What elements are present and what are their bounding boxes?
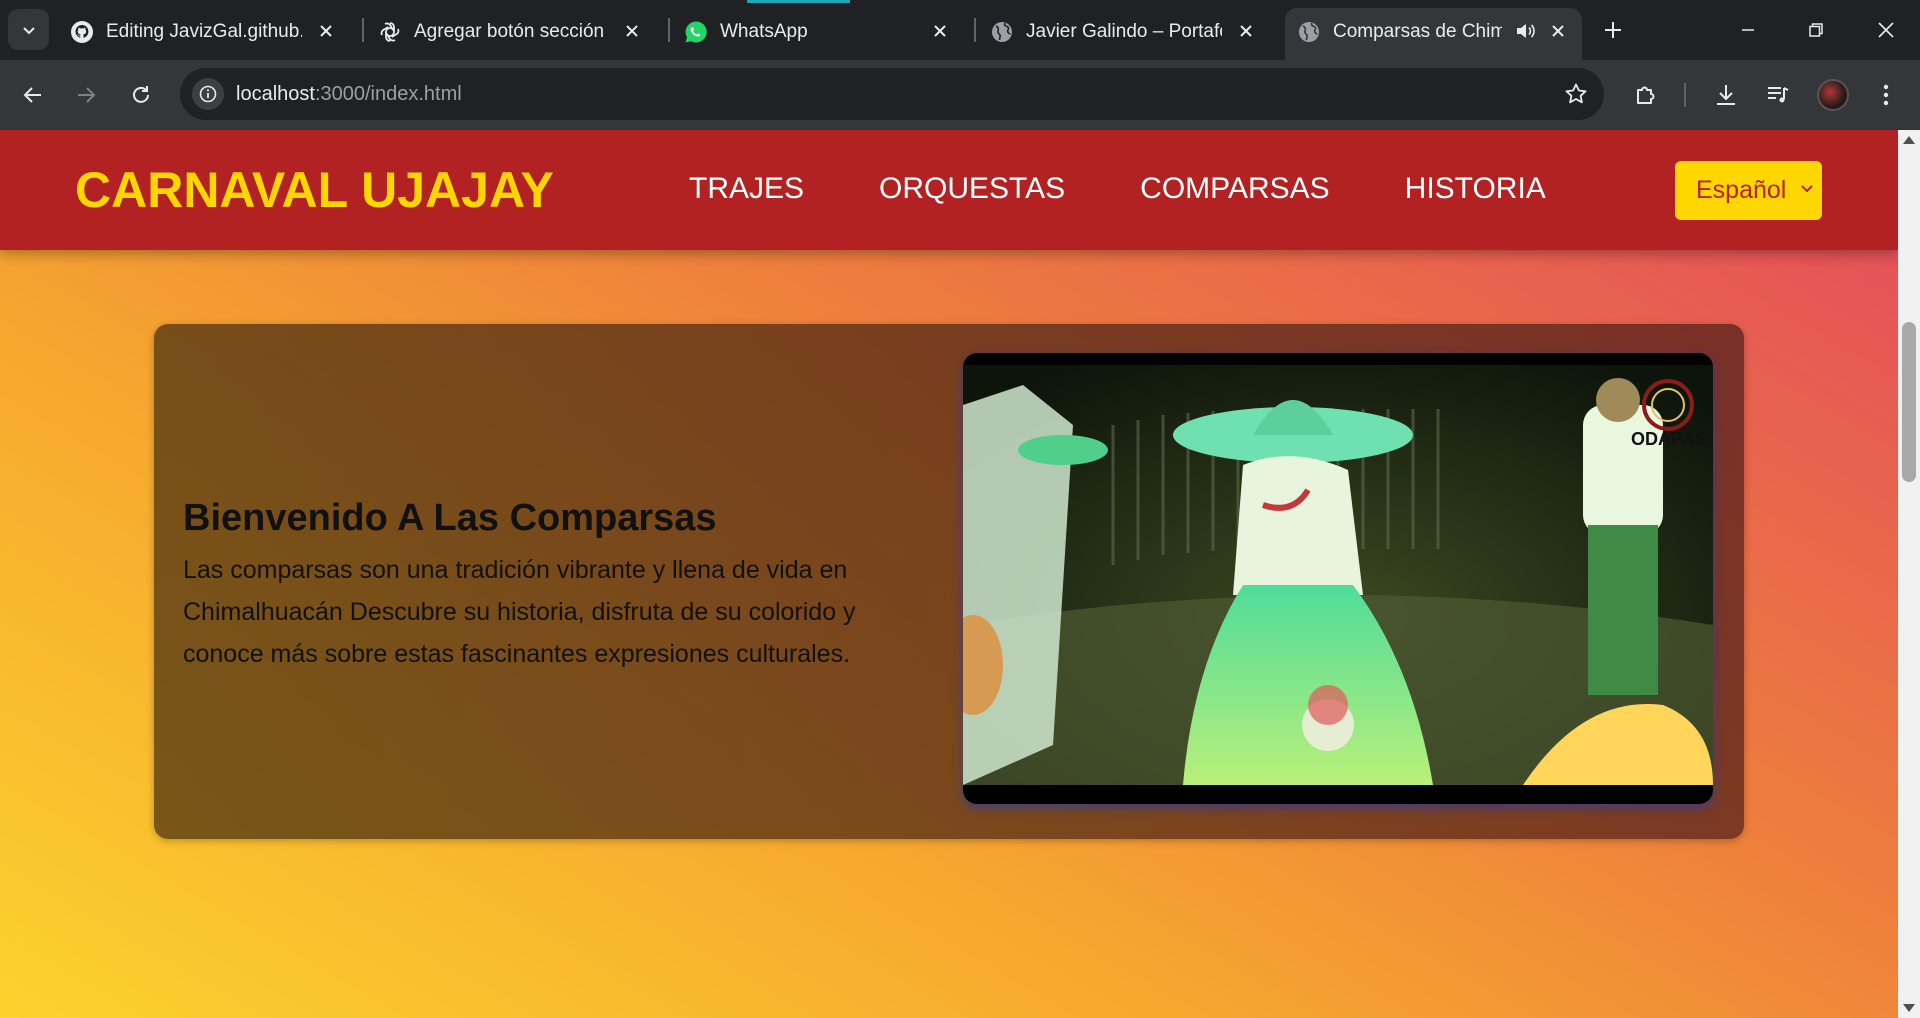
puzzle-icon	[1637, 86, 1655, 104]
new-tab-button[interactable]	[1597, 14, 1629, 46]
tab-title: Editing JavizGal.github.io	[106, 21, 302, 42]
site-info-icon[interactable]	[192, 78, 224, 110]
language-select[interactable]: Español	[1675, 161, 1822, 220]
forward-button[interactable]	[66, 75, 106, 115]
close-icon[interactable]	[1236, 21, 1256, 41]
close-icon[interactable]	[1548, 21, 1568, 41]
url-path: :3000/index.html	[314, 83, 462, 105]
nav-link-trajes[interactable]: TRAJES	[689, 168, 804, 210]
video-watermark: ODAPAS	[1631, 429, 1707, 449]
media-queue-icon	[1768, 87, 1789, 103]
url-host: localhost	[236, 83, 315, 105]
tab-comparsas[interactable]: Comparsas de Chimalhuacán	[1285, 8, 1582, 60]
download-icon	[1717, 85, 1735, 105]
profile-avatar[interactable]	[1817, 79, 1849, 111]
tab-activity-indicator	[747, 0, 850, 3]
close-icon[interactable]	[930, 21, 950, 41]
site-brand[interactable]: CARNAVAL UJAJAY	[75, 160, 554, 220]
scroll-up-arrow-icon[interactable]	[1903, 136, 1915, 144]
media-control-button[interactable]	[1758, 75, 1798, 115]
extensions-button[interactable]	[1626, 75, 1666, 115]
back-button[interactable]	[13, 75, 53, 115]
scrollbar-thumb[interactable]	[1902, 322, 1916, 482]
tab-title: Comparsas de Chimalhuacán	[1333, 21, 1502, 42]
nav-link-historia[interactable]: HISTORIA	[1405, 168, 1546, 210]
nav-link-orquestas[interactable]: ORQUESTAS	[879, 168, 1065, 210]
arrow-right-icon	[78, 87, 96, 103]
browser-toolbar: localhost:3000/index.html	[0, 60, 1920, 130]
tab-search-button[interactable]	[8, 9, 49, 50]
hero-section: Bienvenido A Las Comparsas Las comparsas…	[154, 324, 1744, 839]
close-icon[interactable]	[622, 21, 642, 41]
minimize-icon	[1742, 29, 1754, 31]
whatsapp-icon	[685, 21, 707, 43]
reload-icon	[133, 86, 149, 103]
downloads-button[interactable]	[1706, 75, 1746, 115]
tab-github[interactable]: Editing JavizGal.github.io	[58, 8, 350, 54]
address-bar[interactable]: localhost:3000/index.html	[180, 68, 1604, 120]
site-header: CARNAVAL UJAJAY TRAJES ORQUESTAS COMPARS…	[0, 130, 1898, 250]
hero-description: Las comparsas son una tradición vibrante…	[183, 556, 856, 668]
tab-title: WhatsApp	[720, 21, 808, 42]
restore-icon	[1809, 23, 1823, 37]
tab-chatgpt[interactable]: Agregar botón sección	[366, 8, 656, 54]
tab-portfolio[interactable]: Javier Galindo – Portafolio	[978, 8, 1270, 54]
main-nav: TRAJES ORQUESTAS COMPARSAS HISTORIA	[689, 168, 1546, 210]
tab-title: Javier Galindo – Portafolio	[1026, 21, 1222, 42]
speaker-icon[interactable]	[1514, 20, 1536, 42]
page-scrollbar[interactable]	[1898, 130, 1920, 1018]
toolbar-divider	[1684, 83, 1686, 107]
tab-separator	[974, 18, 976, 42]
plus-icon	[1605, 22, 1621, 38]
tab-title: Agregar botón sección	[414, 21, 605, 42]
tab-separator	[668, 18, 670, 42]
tab-separator	[362, 18, 364, 42]
chevron-down-icon	[22, 26, 35, 34]
nav-link-comparsas[interactable]: COMPARSAS	[1140, 168, 1329, 210]
minimize-button[interactable]	[1728, 10, 1768, 50]
bookmark-star-icon[interactable]	[1562, 80, 1590, 108]
page-viewport: CARNAVAL UJAJAY TRAJES ORQUESTAS COMPARS…	[0, 130, 1898, 1018]
github-icon	[71, 21, 93, 43]
arrow-left-icon	[23, 87, 41, 103]
close-icon[interactable]	[316, 21, 336, 41]
hero-video[interactable]: ODAPAS	[963, 353, 1713, 804]
hero-title: Bienvenido A Las Comparsas	[183, 497, 717, 539]
openai-icon	[380, 22, 400, 42]
globe-icon	[1299, 22, 1319, 42]
reload-button[interactable]	[121, 75, 161, 115]
close-icon	[1878, 22, 1894, 38]
menu-button[interactable]	[1866, 75, 1906, 115]
language-select-value: Español	[1696, 176, 1787, 204]
tab-whatsapp[interactable]: WhatsApp	[672, 8, 964, 54]
restore-button[interactable]	[1796, 10, 1836, 50]
tab-strip: Editing JavizGal.github.io Agregar botón…	[0, 0, 1920, 60]
video-frame: ODAPAS	[963, 365, 1713, 785]
url-text[interactable]: localhost:3000/index.html	[236, 82, 462, 106]
globe-icon	[992, 22, 1012, 42]
close-window-button[interactable]	[1866, 10, 1906, 50]
scroll-down-arrow-icon[interactable]	[1903, 1004, 1915, 1012]
chevron-down-icon	[1801, 185, 1813, 193]
kebab-menu-icon	[1883, 84, 1889, 106]
